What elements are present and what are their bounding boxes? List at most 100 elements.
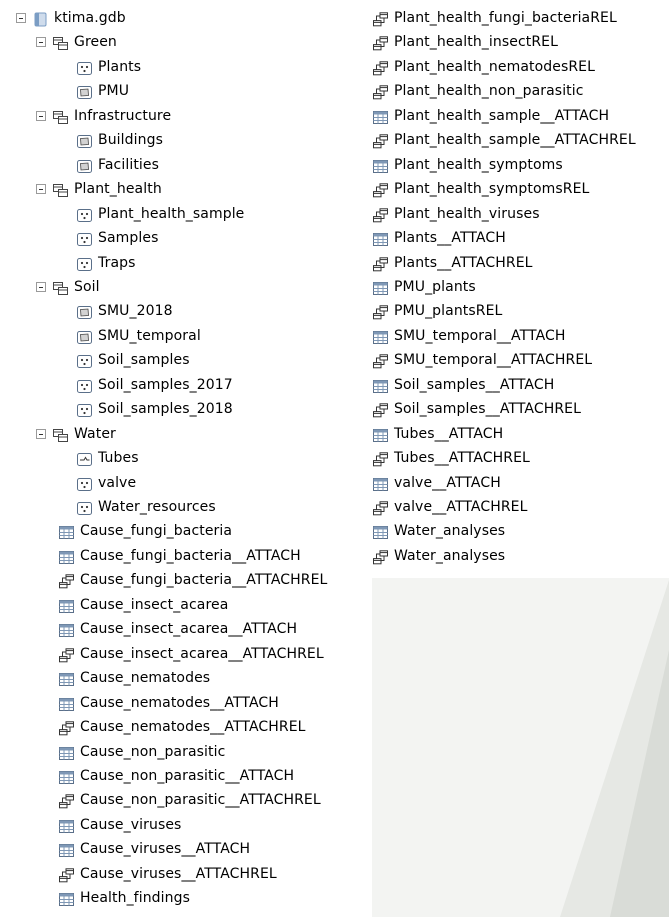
- tree-item-label: Cause_non_parasitic__ATTACHREL: [80, 792, 321, 808]
- point-feature-class-icon: [76, 256, 93, 271]
- tree-feature-class[interactable]: PMU: [76, 79, 129, 103]
- collapse-toggle[interactable]: [36, 111, 46, 121]
- tree-item[interactable]: Plants__ATTACH: [372, 226, 506, 250]
- tree-item-label: Cause_non_parasitic: [80, 744, 226, 760]
- tree-item[interactable]: Soil_samples__ATTACH: [372, 373, 554, 397]
- tree-item-label: Water: [74, 426, 116, 442]
- relationship-class-icon: [372, 133, 389, 148]
- tree-item[interactable]: Plant_health_sample__ATTACHREL: [372, 128, 636, 152]
- tree-feature-class[interactable]: valve: [76, 471, 136, 495]
- table-icon: [372, 378, 389, 393]
- point-feature-class-icon: [76, 500, 93, 515]
- tree-item[interactable]: Plant_health_insectREL: [372, 30, 558, 54]
- tree-root-geodatabase[interactable]: ktima.gdb: [16, 6, 126, 30]
- tree-item[interactable]: Plant_health_sample__ATTACH: [372, 104, 609, 128]
- tree-feature-dataset[interactable]: Soil: [36, 275, 100, 299]
- table-icon: [58, 891, 75, 906]
- tree-feature-class[interactable]: Soil_samples_2018: [76, 397, 233, 421]
- relationship-class-icon: [372, 402, 389, 417]
- tree-item-label: Traps: [98, 255, 136, 271]
- tree-feature-class[interactable]: Soil_samples_2017: [76, 373, 233, 397]
- feature-dataset-icon: [52, 35, 69, 50]
- tree-item-label: Soil: [74, 279, 100, 295]
- table-icon: [58, 769, 75, 784]
- table-icon: [58, 598, 75, 613]
- collapse-toggle[interactable]: [36, 429, 46, 439]
- tree-feature-dataset[interactable]: Plant_health: [36, 177, 162, 201]
- tree-item[interactable]: Cause_viruses: [58, 813, 181, 837]
- collapse-toggle[interactable]: [36, 37, 46, 47]
- tree-feature-class[interactable]: Plants: [76, 55, 141, 79]
- tree-item[interactable]: PMU_plants: [372, 275, 476, 299]
- tree-item-label: Plant_health_non_parasitic: [394, 83, 584, 99]
- tree-item[interactable]: Plants__ATTACHREL: [372, 251, 533, 275]
- tree-item[interactable]: Cause_non_parasitic: [58, 740, 225, 764]
- tree-feature-class[interactable]: Plant_health_sample: [76, 202, 244, 226]
- tree-item-label: Cause_fungi_bacteria__ATTACHREL: [80, 572, 328, 588]
- point-feature-class-icon: [76, 378, 93, 393]
- tree-item[interactable]: Cause_non_parasitic__ATTACH: [58, 764, 294, 788]
- table-icon: [372, 109, 389, 124]
- collapse-toggle[interactable]: [36, 184, 46, 194]
- tree-item[interactable]: Plant_health_nematodesREL: [372, 55, 595, 79]
- tree-item[interactable]: Cause_non_parasitic__ATTACHREL: [58, 788, 321, 812]
- tree-item[interactable]: Water_analyses: [372, 519, 505, 543]
- tree-item[interactable]: Soil_samples__ATTACHREL: [372, 397, 581, 421]
- collapse-toggle[interactable]: [16, 13, 26, 23]
- tree-item[interactable]: Cause_nematodes__ATTACHREL: [58, 715, 306, 739]
- tree-feature-class[interactable]: SMU_temporal: [76, 324, 201, 348]
- tree-feature-class[interactable]: Buildings: [76, 128, 163, 152]
- tree-feature-class[interactable]: Traps: [76, 251, 136, 275]
- tree-item[interactable]: Plant_health_viruses: [372, 202, 540, 226]
- tree-item[interactable]: SMU_temporal__ATTACHREL: [372, 348, 592, 372]
- tree-item[interactable]: Cause_fungi_bacteria: [58, 519, 232, 543]
- point-feature-class-icon: [76, 353, 93, 368]
- tree-item-label: Cause_insect_acarea: [80, 597, 229, 613]
- tree-item[interactable]: Health_findings: [58, 886, 190, 910]
- tree-item[interactable]: PMU_plantsREL: [372, 299, 502, 323]
- tree-item[interactable]: Cause_nematodes: [58, 666, 210, 690]
- tree-item[interactable]: Tubes__ATTACHREL: [372, 446, 530, 470]
- tree-item[interactable]: Plant_health_symptomsREL: [372, 177, 589, 201]
- tree-item[interactable]: Water_analyses: [372, 544, 505, 568]
- tree-item-label: Soil_samples_2018: [98, 401, 233, 417]
- tree-item[interactable]: Plant_health_fungi_bacteriaREL: [372, 6, 617, 30]
- tree-item[interactable]: Plant_health_symptoms: [372, 153, 563, 177]
- tree-item-label: Plant_health_insectREL: [394, 34, 559, 50]
- tree-item[interactable]: valve__ATTACHREL: [372, 495, 528, 519]
- tree-item[interactable]: Cause_nematodes__ATTACH: [58, 691, 279, 715]
- table-icon: [372, 524, 389, 539]
- tree-item[interactable]: Cause_fungi_bacteria__ATTACH: [58, 544, 301, 568]
- tree-item[interactable]: Tubes__ATTACH: [372, 422, 503, 446]
- collapse-toggle[interactable]: [36, 282, 46, 292]
- tree-feature-class[interactable]: Facilities: [76, 153, 159, 177]
- catalog-tree-right[interactable]: Plant_health_fungi_bacteriaREL Plant_heal…: [366, 0, 669, 578]
- tree-item[interactable]: Plant_health_non_parasitic: [372, 79, 584, 103]
- tree-feature-dataset[interactable]: Water: [36, 422, 116, 446]
- catalog-tree-left[interactable]: ktima.gdb Green Plants PMU Infrastructure Bui…: [0, 0, 372, 917]
- polygon-feature-class-icon: [76, 304, 93, 319]
- tree-item-label: SMU_temporal__ATTACHREL: [394, 352, 593, 368]
- tree-feature-class[interactable]: Samples: [76, 226, 159, 250]
- tree-feature-class[interactable]: Water_resources: [76, 495, 216, 519]
- tree-feature-class[interactable]: SMU_2018: [76, 299, 173, 323]
- tree-feature-dataset[interactable]: Infrastructure: [36, 104, 171, 128]
- tree-item[interactable]: Cause_viruses__ATTACHREL: [58, 862, 277, 886]
- tree-item[interactable]: Cause_insect_acarea__ATTACHREL: [58, 642, 324, 666]
- tree-item-label: Plants: [98, 59, 142, 75]
- tree-feature-dataset[interactable]: Green: [36, 30, 117, 54]
- table-icon: [58, 745, 75, 760]
- tree-item-label: Water_analyses: [394, 548, 506, 564]
- tree-item[interactable]: Cause_viruses__ATTACH: [58, 837, 250, 861]
- table-icon: [58, 622, 75, 637]
- tree-item[interactable]: valve__ATTACH: [372, 471, 501, 495]
- tree-item[interactable]: Cause_insect_acarea: [58, 593, 228, 617]
- table-icon: [372, 280, 389, 295]
- table-icon: [58, 549, 75, 564]
- tree-feature-class[interactable]: Soil_samples: [76, 348, 190, 372]
- tree-item[interactable]: SMU_temporal__ATTACH: [372, 324, 566, 348]
- tree-item[interactable]: Cause_fungi_bacteria__ATTACHREL: [58, 568, 327, 592]
- tree-item[interactable]: Cause_insect_acarea__ATTACH: [58, 617, 297, 641]
- point-feature-class-icon: [76, 476, 93, 491]
- tree-feature-class[interactable]: Tubes: [76, 446, 139, 470]
